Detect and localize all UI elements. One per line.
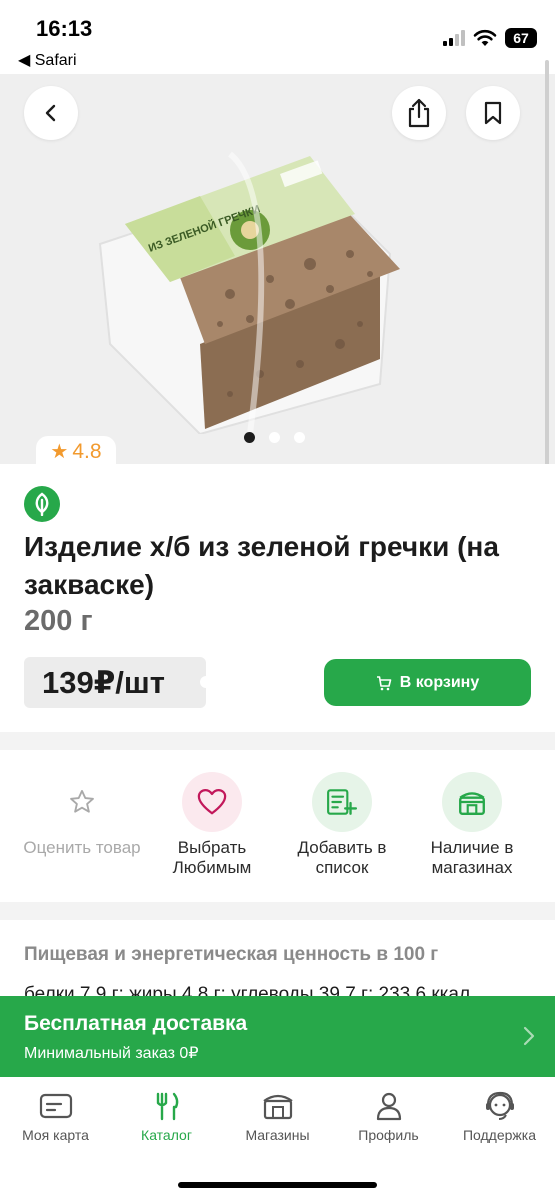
nav-label: Профиль: [358, 1127, 419, 1143]
bookmark-icon: [484, 101, 502, 125]
nav-profile[interactable]: Профиль: [333, 1091, 444, 1143]
share-button[interactable]: [392, 86, 446, 140]
nav-stores[interactable]: Магазины: [222, 1091, 333, 1143]
store-availability-action[interactable]: Наличие в магазинах: [407, 772, 537, 878]
chevron-right-icon: [523, 1026, 535, 1046]
star-icon: ★: [50, 441, 69, 463]
product-actions: Оценить товар Выбрать Любимым Добавить в…: [0, 750, 555, 902]
nav-my-card[interactable]: Моя карта: [0, 1091, 111, 1143]
nutrition-title: Пищевая и энергетическая ценность в 100 …: [24, 944, 439, 965]
nav-support[interactable]: Поддержка: [444, 1091, 555, 1143]
star-icon: [52, 772, 112, 832]
nutrition-section: Пищевая и энергетическая ценность в 100 …: [0, 920, 555, 1000]
section-divider: [0, 732, 555, 750]
price-tag: 139₽/шт: [24, 657, 212, 708]
status-icons: 67: [443, 28, 537, 48]
product-title: Изделие х/б из зеленой гречки (на заквас…: [24, 531, 499, 600]
bookmark-button[interactable]: [466, 86, 520, 140]
store-icon: [262, 1094, 293, 1120]
delivery-title: Бесплатная доставка: [24, 1012, 248, 1035]
delivery-subtitle: Минимальный заказ 0₽: [24, 1045, 199, 1062]
card-icon: [39, 1093, 72, 1119]
product-weight: 200 г: [24, 605, 93, 637]
status-bar: 16:13 ◀ Safari 67: [0, 0, 555, 74]
catalog-icon: [156, 1092, 178, 1121]
price-tag-notch: [200, 676, 212, 688]
image-pagination[interactable]: [244, 432, 305, 443]
price-value: 139₽/шт: [42, 664, 165, 700]
nav-label: Магазины: [245, 1127, 310, 1143]
wifi-icon: [473, 29, 497, 46]
free-delivery-banner[interactable]: Бесплатная доставка Минимальный заказ 0₽: [0, 996, 555, 1077]
product-info: Изделие х/б из зеленой гречки (на заквас…: [0, 464, 555, 732]
back-to-safari-link[interactable]: ◀ Safari: [18, 50, 77, 70]
add-to-cart-button[interactable]: В корзину: [324, 659, 531, 706]
cellular-signal-icon: [443, 30, 465, 46]
status-time: 16:13: [36, 16, 93, 41]
nav-catalog[interactable]: Каталог: [111, 1091, 222, 1143]
section-divider: [0, 902, 555, 920]
share-icon: [408, 98, 430, 128]
action-label: Оценить товар: [23, 838, 141, 857]
nav-label: Поддержка: [462, 1127, 537, 1143]
leaf-icon: [24, 486, 60, 522]
rate-product-action[interactable]: Оценить товар: [17, 772, 147, 858]
back-button[interactable]: [24, 86, 78, 140]
heart-icon: [182, 772, 242, 832]
product-photo: ИЗ ЗЕЛЕНОЙ ГРЕЧКИ: [98, 151, 400, 434]
action-label: Наличие в магазинах: [430, 838, 514, 877]
rating-value: 4.8: [72, 440, 102, 463]
action-label: Выбрать Любимым: [172, 838, 252, 877]
chevron-left-icon: [45, 104, 56, 122]
add-to-list-action[interactable]: Добавить в список: [277, 772, 407, 878]
add-to-cart-label: В корзину: [399, 673, 480, 691]
support-icon: [485, 1091, 514, 1120]
battery-indicator: 67: [505, 28, 537, 48]
action-label: Добавить в список: [297, 838, 387, 877]
nav-label: Каталог: [141, 1127, 192, 1143]
profile-icon: [376, 1092, 401, 1121]
pagination-dot[interactable]: [294, 432, 305, 443]
cart-icon: [376, 675, 392, 690]
nav-label: Моя карта: [22, 1127, 89, 1143]
home-indicator[interactable]: [178, 1182, 377, 1188]
pagination-dot[interactable]: [269, 432, 280, 443]
store-icon: [442, 772, 502, 832]
add-to-list-icon: [312, 772, 372, 832]
favorite-action[interactable]: Выбрать Любимым: [147, 772, 277, 878]
product-image-gallery[interactable]: ИЗ ЗЕЛЕНОЙ ГРЕЧКИ: [0, 74, 555, 464]
pagination-dot[interactable]: [244, 432, 255, 443]
bottom-navigation: Моя карта Каталог Магазины Профиль Подде…: [0, 1077, 555, 1200]
